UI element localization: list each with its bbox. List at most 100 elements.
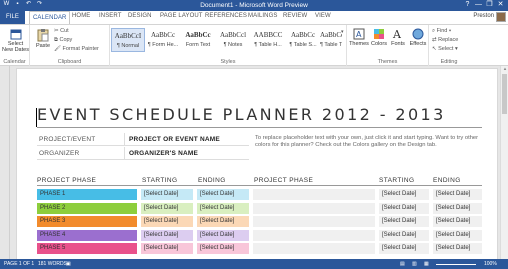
project-name-field[interactable]: PROJECT OR EVENT NAME [129, 136, 220, 143]
proofing-icon[interactable]: ▣ [66, 261, 71, 267]
title-bar: W ▪ ↶ ↷ Document1 - Microsoft Word Previ… [0, 0, 508, 11]
print-layout-icon[interactable]: ▥ [412, 261, 417, 267]
style-table-text[interactable]: AaBbCcI ¶ Table Text [320, 28, 342, 52]
style-table-subheading[interactable]: AaBbCc ¶ Table S... [286, 28, 320, 52]
tab-review[interactable]: REVIEW [283, 13, 307, 19]
tab-mailings[interactable]: MAILINGS [248, 13, 277, 19]
vertical-ruler [0, 66, 10, 259]
style-form-heading[interactable]: AaBbCc ¶ Form He... [146, 28, 180, 52]
scroll-up-icon[interactable]: ▴ [501, 66, 508, 72]
phase-name[interactable]: PHASE 2 [37, 202, 137, 214]
paste-label: Paste [35, 43, 51, 49]
cut-button[interactable]: ✂ Cut [54, 28, 69, 34]
end-date-picker[interactable]: [Select Date] [197, 202, 249, 214]
phase-name[interactable]: PHASE 1 [37, 189, 137, 200]
replace-button[interactable]: ⇄ Replace [432, 37, 458, 43]
minimize-button[interactable]: — [473, 0, 484, 10]
scroll-thumb[interactable] [502, 74, 507, 114]
themes-button[interactable]: A Themes [349, 28, 369, 47]
select-new-dates-button[interactable]: Select New Dates [2, 28, 29, 53]
calendar-group: Select New Dates Calendar [0, 25, 30, 66]
style-form-text[interactable]: AaBbCc Form Text [181, 28, 215, 52]
end-date-picker-2[interactable]: [Select Date] [433, 189, 482, 200]
start-date-picker-2[interactable]: [Select Date] [379, 202, 429, 214]
start-date-picker[interactable]: [Select Date] [141, 243, 193, 255]
style-sample: AABBCC [253, 31, 283, 39]
start-date-picker-2[interactable]: [Select Date] [379, 189, 429, 200]
style-name: ¶ Normal [116, 43, 140, 49]
style-normal[interactable]: AaBbCcI ¶ Normal [111, 28, 145, 52]
style-sample: AaBbCc [185, 31, 211, 39]
effects-button[interactable]: Effects [408, 28, 428, 47]
zoom-level[interactable]: 100% [484, 261, 497, 267]
phase-name[interactable]: PHASE 5 [37, 243, 137, 255]
tab-design[interactable]: DESIGN [128, 13, 152, 19]
header-project-phase-2: PROJECT PHASE [254, 177, 314, 184]
start-date-picker-2[interactable]: [Select Date] [379, 229, 429, 241]
organizer-name-field[interactable]: ORGANIZER'S NAME [129, 150, 198, 157]
end-date-picker[interactable]: [Select Date] [197, 229, 249, 241]
find-button[interactable]: ⌕ Find ▾ [432, 28, 451, 35]
fonts-button[interactable]: A Fonts [389, 28, 407, 47]
styles-more-icon[interactable]: ▾ [341, 29, 344, 35]
paste-button[interactable]: Paste [33, 28, 53, 49]
read-mode-icon[interactable]: ▤ [400, 261, 405, 267]
project-label: PROJECT/EVENT [39, 136, 96, 143]
start-date-picker[interactable]: [Select Date] [141, 202, 193, 214]
start-date-picker-2[interactable]: [Select Date] [379, 216, 429, 228]
style-sample: AaBbCc [150, 31, 176, 39]
style-table-heading[interactable]: AABBCC ¶ Table H... [251, 28, 285, 52]
end-date-picker[interactable]: [Select Date] [197, 189, 249, 200]
phase-name-2[interactable] [253, 189, 375, 200]
effects-icon [412, 28, 424, 40]
tab-calendar[interactable]: CALENDAR [29, 11, 71, 24]
restore-button[interactable]: ❐ [484, 0, 495, 10]
select-label: Select [438, 46, 454, 52]
word-count[interactable]: 181 WORDS [38, 261, 67, 267]
start-date-picker[interactable]: [Select Date] [141, 216, 193, 228]
phase-name-2[interactable] [253, 229, 375, 241]
end-date-picker-2[interactable]: [Select Date] [433, 216, 482, 228]
vertical-scrollbar[interactable]: ▴ [500, 66, 508, 259]
phase-name-2[interactable] [253, 216, 375, 228]
placeholder-hint[interactable]: To replace placeholder text with your ow… [255, 135, 485, 149]
end-date-picker[interactable]: [Select Date] [197, 216, 249, 228]
calendar-icon [10, 29, 21, 40]
document-title[interactable]: EVENT SCHEDULE PLANNER 2012 - 2013 [37, 105, 446, 124]
start-date-picker[interactable]: [Select Date] [141, 229, 193, 241]
document-page[interactable]: EVENT SCHEDULE PLANNER 2012 - 2013 PROJE… [16, 68, 498, 268]
close-button[interactable]: ✕ [495, 0, 506, 10]
start-date-picker-2[interactable]: [Select Date] [379, 243, 429, 255]
end-date-picker-2[interactable]: [Select Date] [433, 243, 482, 255]
phase-name-2[interactable] [253, 202, 375, 214]
tab-file[interactable]: FILE [0, 11, 25, 24]
colors-button[interactable]: Colors [370, 28, 388, 47]
tab-insert[interactable]: INSERT [99, 13, 122, 19]
end-date-picker[interactable]: [Select Date] [197, 243, 249, 255]
phase-name[interactable]: PHASE 3 [37, 216, 137, 228]
style-notes[interactable]: AaBbCcl ¶ Notes [216, 28, 250, 52]
web-layout-icon[interactable]: ▦ [424, 261, 429, 267]
avatar[interactable] [496, 12, 506, 22]
tab-page-layout[interactable]: PAGE LAYOUT [160, 13, 203, 19]
user-name[interactable]: Preston [473, 13, 494, 19]
format-painter-button[interactable]: 🖌 Format Painter [54, 46, 99, 52]
window-title: Document1 - Microsoft Word Preview [200, 2, 308, 9]
title-rule [37, 127, 482, 128]
select-button[interactable]: ↖ Select ▾ [432, 46, 458, 52]
end-date-picker-2[interactable]: [Select Date] [433, 229, 482, 241]
tab-home[interactable]: HOME [72, 13, 90, 19]
start-date-picker[interactable]: [Select Date] [141, 189, 193, 200]
help-button[interactable]: ? [462, 0, 473, 10]
copy-button[interactable]: ⧉ Copy [54, 37, 72, 44]
phase-name[interactable]: PHASE 4 [37, 229, 137, 241]
phase-name-2[interactable] [253, 243, 375, 255]
page-count[interactable]: PAGE 1 OF 1 [4, 261, 34, 267]
search-icon: ⌕ [432, 28, 436, 34]
fonts-label: Fonts [391, 41, 405, 47]
table-row: PHASE 2 [Select Date] [Select Date] [Select… [37, 202, 482, 215]
end-date-picker-2[interactable]: [Select Date] [433, 202, 482, 214]
zoom-slider[interactable] [436, 264, 476, 265]
tab-view[interactable]: VIEW [315, 13, 331, 19]
tab-references[interactable]: REFERENCES [205, 13, 247, 19]
